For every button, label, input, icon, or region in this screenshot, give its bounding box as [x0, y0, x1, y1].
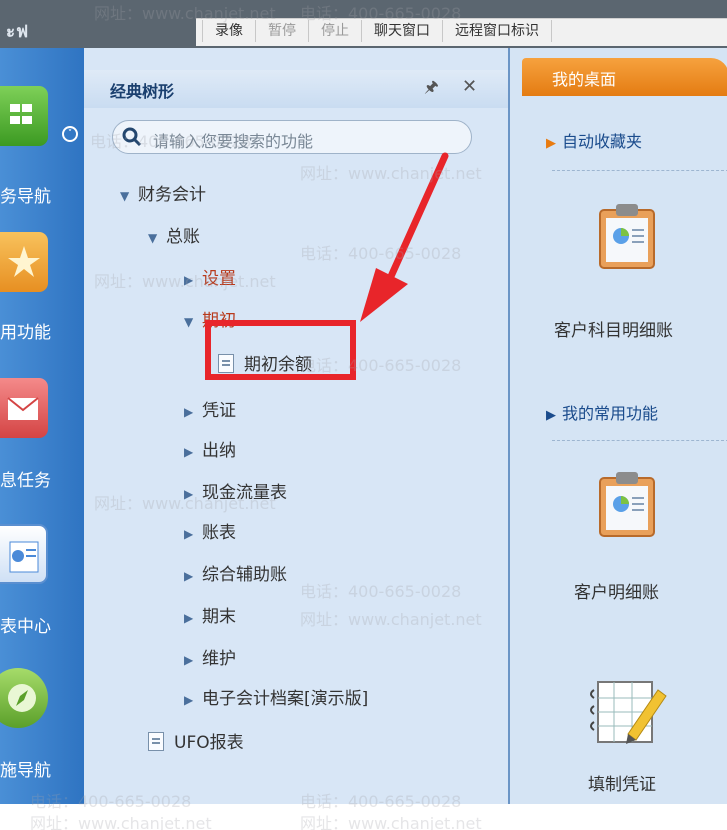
section-auto-favorites[interactable]: ▶ 自动收藏夹: [546, 128, 642, 152]
dock-item-business-nav[interactable]: 务导航: [0, 78, 84, 208]
stop-button[interactable]: 停止: [309, 19, 362, 42]
clipboard-chart-icon[interactable]: [596, 468, 658, 542]
section-label: 我的常用功能: [562, 404, 659, 423]
collapse-arrow-icon: ▶: [184, 445, 194, 459]
envelope-icon: [0, 378, 48, 438]
dock-item-common-functions[interactable]: 用功能: [0, 228, 84, 358]
dock-label-message-tasks: 息任务: [0, 471, 51, 491]
collapse-arrow-icon: ▶: [184, 273, 194, 287]
tree-node-label: 财务会计: [138, 185, 206, 205]
pin-icon[interactable]: 🖈: [424, 76, 439, 103]
app-label-customer-detail[interactable]: 客户明细账: [574, 578, 659, 603]
tree-node-label: 现金流量表: [202, 483, 287, 503]
star-icon: [0, 232, 48, 292]
tree-node-e-archive[interactable]: ▶ 电子会计档案[演示版]: [184, 684, 368, 709]
dock-label-report-center: 表中心: [0, 617, 51, 637]
tree-node-label: UFO报表: [174, 733, 244, 753]
grid-icon: [0, 86, 48, 146]
tree-node-label: 电子会计档案[演示版]: [202, 689, 369, 709]
panel-header: 经典树形 🖈 ✕: [84, 70, 508, 108]
document-icon: [148, 731, 164, 751]
collapse-arrow-icon: ▶: [184, 569, 194, 583]
compass-icon: [0, 668, 48, 728]
tree-node-maintenance[interactable]: ▶ 维护: [184, 644, 236, 669]
panel-title: 经典树形: [110, 82, 175, 101]
tree-node-cash-flow[interactable]: ▶ 现金流量表: [184, 478, 287, 503]
triangle-right-icon: ▶: [546, 136, 556, 151]
tree-node-label: 总账: [166, 227, 200, 247]
highlight-box: [205, 320, 356, 380]
tree-node-general-ledger[interactable]: ▼ 总账: [148, 222, 200, 247]
dock-label-implementation-nav: 施导航: [0, 761, 51, 781]
section-common-functions[interactable]: ▶ 我的常用功能: [546, 400, 658, 424]
collapse-arrow-icon: ▶: [184, 653, 194, 667]
remote-toolbar: 录像 暂停 停止 聊天窗口 远程窗口标识: [196, 18, 727, 46]
tree-node-label: 综合辅助账: [202, 565, 287, 585]
dock-label-common-functions: 用功能: [0, 323, 51, 343]
dock-label-business-nav: 务导航: [0, 187, 51, 207]
footer-area: [0, 804, 727, 830]
tree-node-period-end[interactable]: ▶ 期末: [184, 602, 236, 627]
dock-item-implementation-nav[interactable]: 施导航: [0, 664, 84, 794]
tree-node-label: 账表: [202, 523, 236, 543]
record-button[interactable]: 录像: [202, 19, 256, 42]
section-label: 自动收藏夹: [562, 132, 643, 151]
tree-node-label: 出纳: [202, 441, 236, 461]
collapse-arrow-icon: ▶: [184, 611, 194, 625]
tree-node-ledger-reports[interactable]: ▶ 账表: [184, 518, 236, 543]
tab-label: 我的桌面: [552, 70, 617, 89]
collapse-arrow-icon: ▶: [184, 405, 194, 419]
tree-node-financial-accounting[interactable]: ▼ 财务会计: [120, 180, 206, 205]
tree-node-ufo-report[interactable]: UFO报表: [148, 728, 244, 753]
remote-window-flag-button[interactable]: 远程窗口标识: [443, 19, 552, 42]
tree-node-voucher[interactable]: ▶ 凭证: [184, 396, 236, 421]
triangle-right-icon: ▶: [546, 408, 556, 423]
tab-my-desktop[interactable]: 我的桌面: [522, 58, 727, 96]
chat-window-button[interactable]: 聊天窗口: [362, 19, 443, 42]
app-logo: ะฟ: [6, 22, 30, 42]
tree-node-label: 设置: [202, 269, 236, 289]
search-input[interactable]: 请输入您要搜索的功能: [112, 120, 472, 154]
collapse-arrow-icon: ▶: [184, 693, 194, 707]
left-dock: ˅ 务导航 用功能 息任务 表中心 施导航: [0, 48, 84, 804]
close-icon[interactable]: ✕: [462, 76, 477, 97]
annotation-arrow-icon: [360, 152, 449, 322]
notebook-pen-icon[interactable]: [588, 668, 668, 752]
report-icon: [0, 524, 48, 584]
dock-item-message-tasks[interactable]: 息任务: [0, 374, 84, 504]
my-desktop-panel: 我的桌面 ▶ 自动收藏夹 客户科目明细账 ▶ 我的常用功能 客户明细账 填制凭证: [508, 48, 727, 804]
collapse-arrow-icon: ▶: [184, 487, 194, 501]
app-label-fill-voucher[interactable]: 填制凭证: [588, 770, 656, 795]
tree-node-settings[interactable]: ▶ 设置: [184, 264, 236, 289]
tree-node-label: 期末: [202, 607, 236, 627]
tree-node-auxiliary-ledger[interactable]: ▶ 综合辅助账: [184, 560, 287, 585]
divider: [552, 440, 727, 441]
clipboard-chart-icon[interactable]: [596, 200, 658, 274]
collapse-arrow-icon: ▶: [184, 527, 194, 541]
search-placeholder: 请输入您要搜索的功能: [153, 132, 314, 151]
tree-node-label: 维护: [202, 649, 236, 669]
tree-node-label: 凭证: [202, 401, 236, 421]
pause-button[interactable]: 暂停: [256, 19, 309, 42]
app-label-customer-subject-detail[interactable]: 客户科目明细账: [554, 316, 673, 341]
dock-item-report-center[interactable]: 表中心: [0, 520, 84, 650]
expand-arrow-icon: ▼: [120, 189, 130, 203]
top-bar: ะฟ 录像 暂停 停止 聊天窗口 远程窗口标识: [0, 0, 727, 48]
expand-arrow-icon: ▼: [148, 231, 158, 245]
search-icon: [122, 127, 142, 147]
divider: [552, 170, 727, 171]
tree-node-cashier[interactable]: ▶ 出纳: [184, 436, 236, 461]
expand-arrow-icon: ▼: [184, 315, 194, 329]
